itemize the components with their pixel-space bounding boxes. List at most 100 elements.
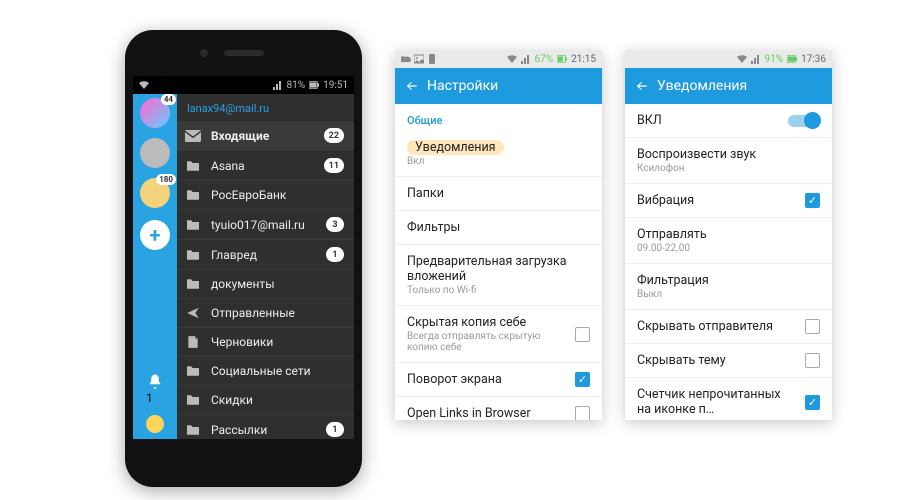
settings-row[interactable]: Предварительная загрузка вложенийТолько …	[395, 245, 602, 306]
row-title: Поворот экрана	[407, 372, 567, 387]
appbar: Настройки	[395, 68, 602, 104]
notification-row[interactable]: ФильтрацияВыкл	[625, 264, 832, 310]
notification-row[interactable]: Скрывать отправителя	[625, 310, 832, 344]
settings-row[interactable]: Фильтры	[395, 211, 602, 245]
statusbar: 81% 19:51	[133, 76, 354, 94]
notification-row[interactable]: ВКЛ	[625, 104, 832, 138]
avatar-badge: 44	[161, 94, 176, 105]
folder-icon	[185, 159, 201, 173]
notification-row[interactable]: Счетчик непрочитанных на иконке п…	[625, 378, 832, 420]
row-title: Счетчик непрочитанных на иконке п…	[637, 387, 797, 417]
clock-text: 19:51	[323, 80, 348, 91]
account-avatar-2[interactable]	[140, 138, 170, 168]
phone-device-frame: 81% 19:51 44 180 + 1 lanax94@mail.ru	[125, 30, 362, 487]
notification-row[interactable]: Воспроизвести звукКсилофон	[625, 138, 832, 184]
phone1-screen: 81% 19:51 44 180 + 1 lanax94@mail.ru	[133, 76, 354, 439]
count-badge: 22	[324, 128, 344, 143]
row-title: Скрывать тему	[637, 353, 797, 368]
back-arrow-icon[interactable]	[405, 79, 419, 93]
row-title: Папки	[407, 186, 590, 201]
checkbox[interactable]	[805, 395, 820, 410]
drawer-item[interactable]: РосЕвроБанк	[177, 181, 354, 210]
folder-icon	[185, 364, 201, 378]
folder-icon	[185, 277, 201, 291]
drawer-item-label: Главред	[211, 248, 316, 262]
section-header-general: Общие	[395, 104, 602, 131]
drawer-item[interactable]: Черновики	[177, 328, 354, 357]
folder-icon	[185, 423, 201, 437]
drawer-item[interactable]: Отправленные	[177, 299, 354, 328]
draft-icon	[185, 335, 201, 349]
settings-list: Общие УведомленияВклПапкиФильтрыПредвари…	[395, 104, 602, 420]
gear-icon[interactable]	[146, 415, 164, 433]
cloud-icon	[401, 54, 411, 64]
drawer-item[interactable]: Asana 11	[177, 151, 354, 181]
row-subtitle: Всегда отправлять скрытую копию себе	[407, 331, 567, 353]
image-icon	[414, 54, 424, 64]
drawer-item[interactable]: tyuio017@mail.ru3	[177, 210, 354, 240]
row-title: Скрывать отправителя	[637, 319, 797, 334]
settings-row[interactable]: Open Links in Browser	[395, 397, 602, 420]
count-badge: 11	[324, 158, 344, 173]
phone-icon	[427, 54, 437, 64]
checkbox[interactable]	[805, 193, 820, 208]
drawer-item[interactable]: Входящие 22	[177, 121, 354, 151]
drawer-item-label: Скидки	[211, 393, 344, 407]
notification-row[interactable]: Скрывать тему	[625, 344, 832, 378]
drawer-item[interactable]: Скидки	[177, 386, 354, 415]
checkbox[interactable]	[805, 353, 820, 368]
checkbox[interactable]	[805, 319, 820, 334]
row-title: Отправлять	[637, 227, 820, 242]
row-title: Вибрация	[637, 193, 797, 208]
row-title: Open Links in Browser	[407, 406, 567, 420]
battery-text: 81%	[287, 80, 306, 91]
drawer-item-label: Входящие	[211, 129, 314, 143]
drawer-item-label: Отправленные	[211, 306, 344, 320]
notification-row[interactable]: Отправлять09.00-22.00	[625, 218, 832, 264]
checkbox[interactable]	[575, 406, 590, 420]
phone3-screenshot: 91% 17:36 Уведомления ВКЛВоспроизвести з…	[625, 50, 832, 420]
checkbox[interactable]	[575, 372, 590, 387]
folder-icon	[185, 248, 201, 262]
battery-text: 91%	[765, 54, 784, 65]
drawer-item[interactable]: Социальные сети	[177, 357, 354, 386]
drawer-item[interactable]: Главред1	[177, 240, 354, 270]
bell-badge: 1	[146, 391, 153, 405]
checkbox[interactable]	[575, 327, 590, 342]
clock-text: 17:36	[801, 54, 826, 65]
drawer-item[interactable]: Рассылки1	[177, 415, 354, 439]
row-title: Предварительная загрузка вложений	[407, 254, 590, 284]
nav-drawer: lanax94@mail.ru Входящие 22 Asana 11 РосЕвро…	[177, 94, 354, 439]
back-arrow-icon[interactable]	[635, 79, 649, 93]
drawer-item-label: документы	[211, 277, 344, 291]
account-avatar-1[interactable]: 44	[140, 98, 170, 128]
account-email[interactable]: lanax94@mail.ru	[177, 94, 354, 121]
battery-icon	[787, 54, 797, 64]
front-camera	[200, 49, 208, 57]
settings-row[interactable]: Папки	[395, 177, 602, 211]
settings-row[interactable]: УведомленияВкл	[395, 131, 602, 177]
notifications-list: ВКЛВоспроизвести звукКсилофон Вибрация Отп…	[625, 104, 832, 420]
notifications-rail-button[interactable]: 1	[146, 373, 164, 405]
drawer-item-label: Asana	[211, 159, 314, 173]
clock-text: 21:15	[571, 54, 596, 65]
row-subtitle: Вкл	[407, 156, 590, 167]
add-account-button[interactable]: +	[140, 220, 170, 250]
signal-icon	[521, 54, 531, 64]
settings-row[interactable]: Поворот экрана	[395, 363, 602, 397]
row-title: Фильтрация	[637, 273, 820, 288]
drawer-item-label: РосЕвроБанк	[211, 188, 344, 202]
row-subtitle: 09.00-22.00	[637, 243, 820, 254]
signal-icon	[751, 54, 761, 64]
battery-icon	[309, 80, 319, 90]
appbar-title: Настройки	[427, 78, 498, 94]
signal-icon	[273, 80, 283, 90]
account-avatar-3[interactable]: 180	[140, 178, 170, 208]
drawer-item[interactable]: документы	[177, 270, 354, 299]
avatar-badge: 180	[156, 174, 176, 185]
notification-row[interactable]: Вибрация	[625, 184, 832, 218]
settings-row[interactable]: Скрытая копия себеВсегда отправлять скры…	[395, 306, 602, 363]
sent-icon	[185, 306, 201, 320]
earpiece	[224, 50, 264, 56]
toggle-switch[interactable]	[788, 115, 820, 127]
